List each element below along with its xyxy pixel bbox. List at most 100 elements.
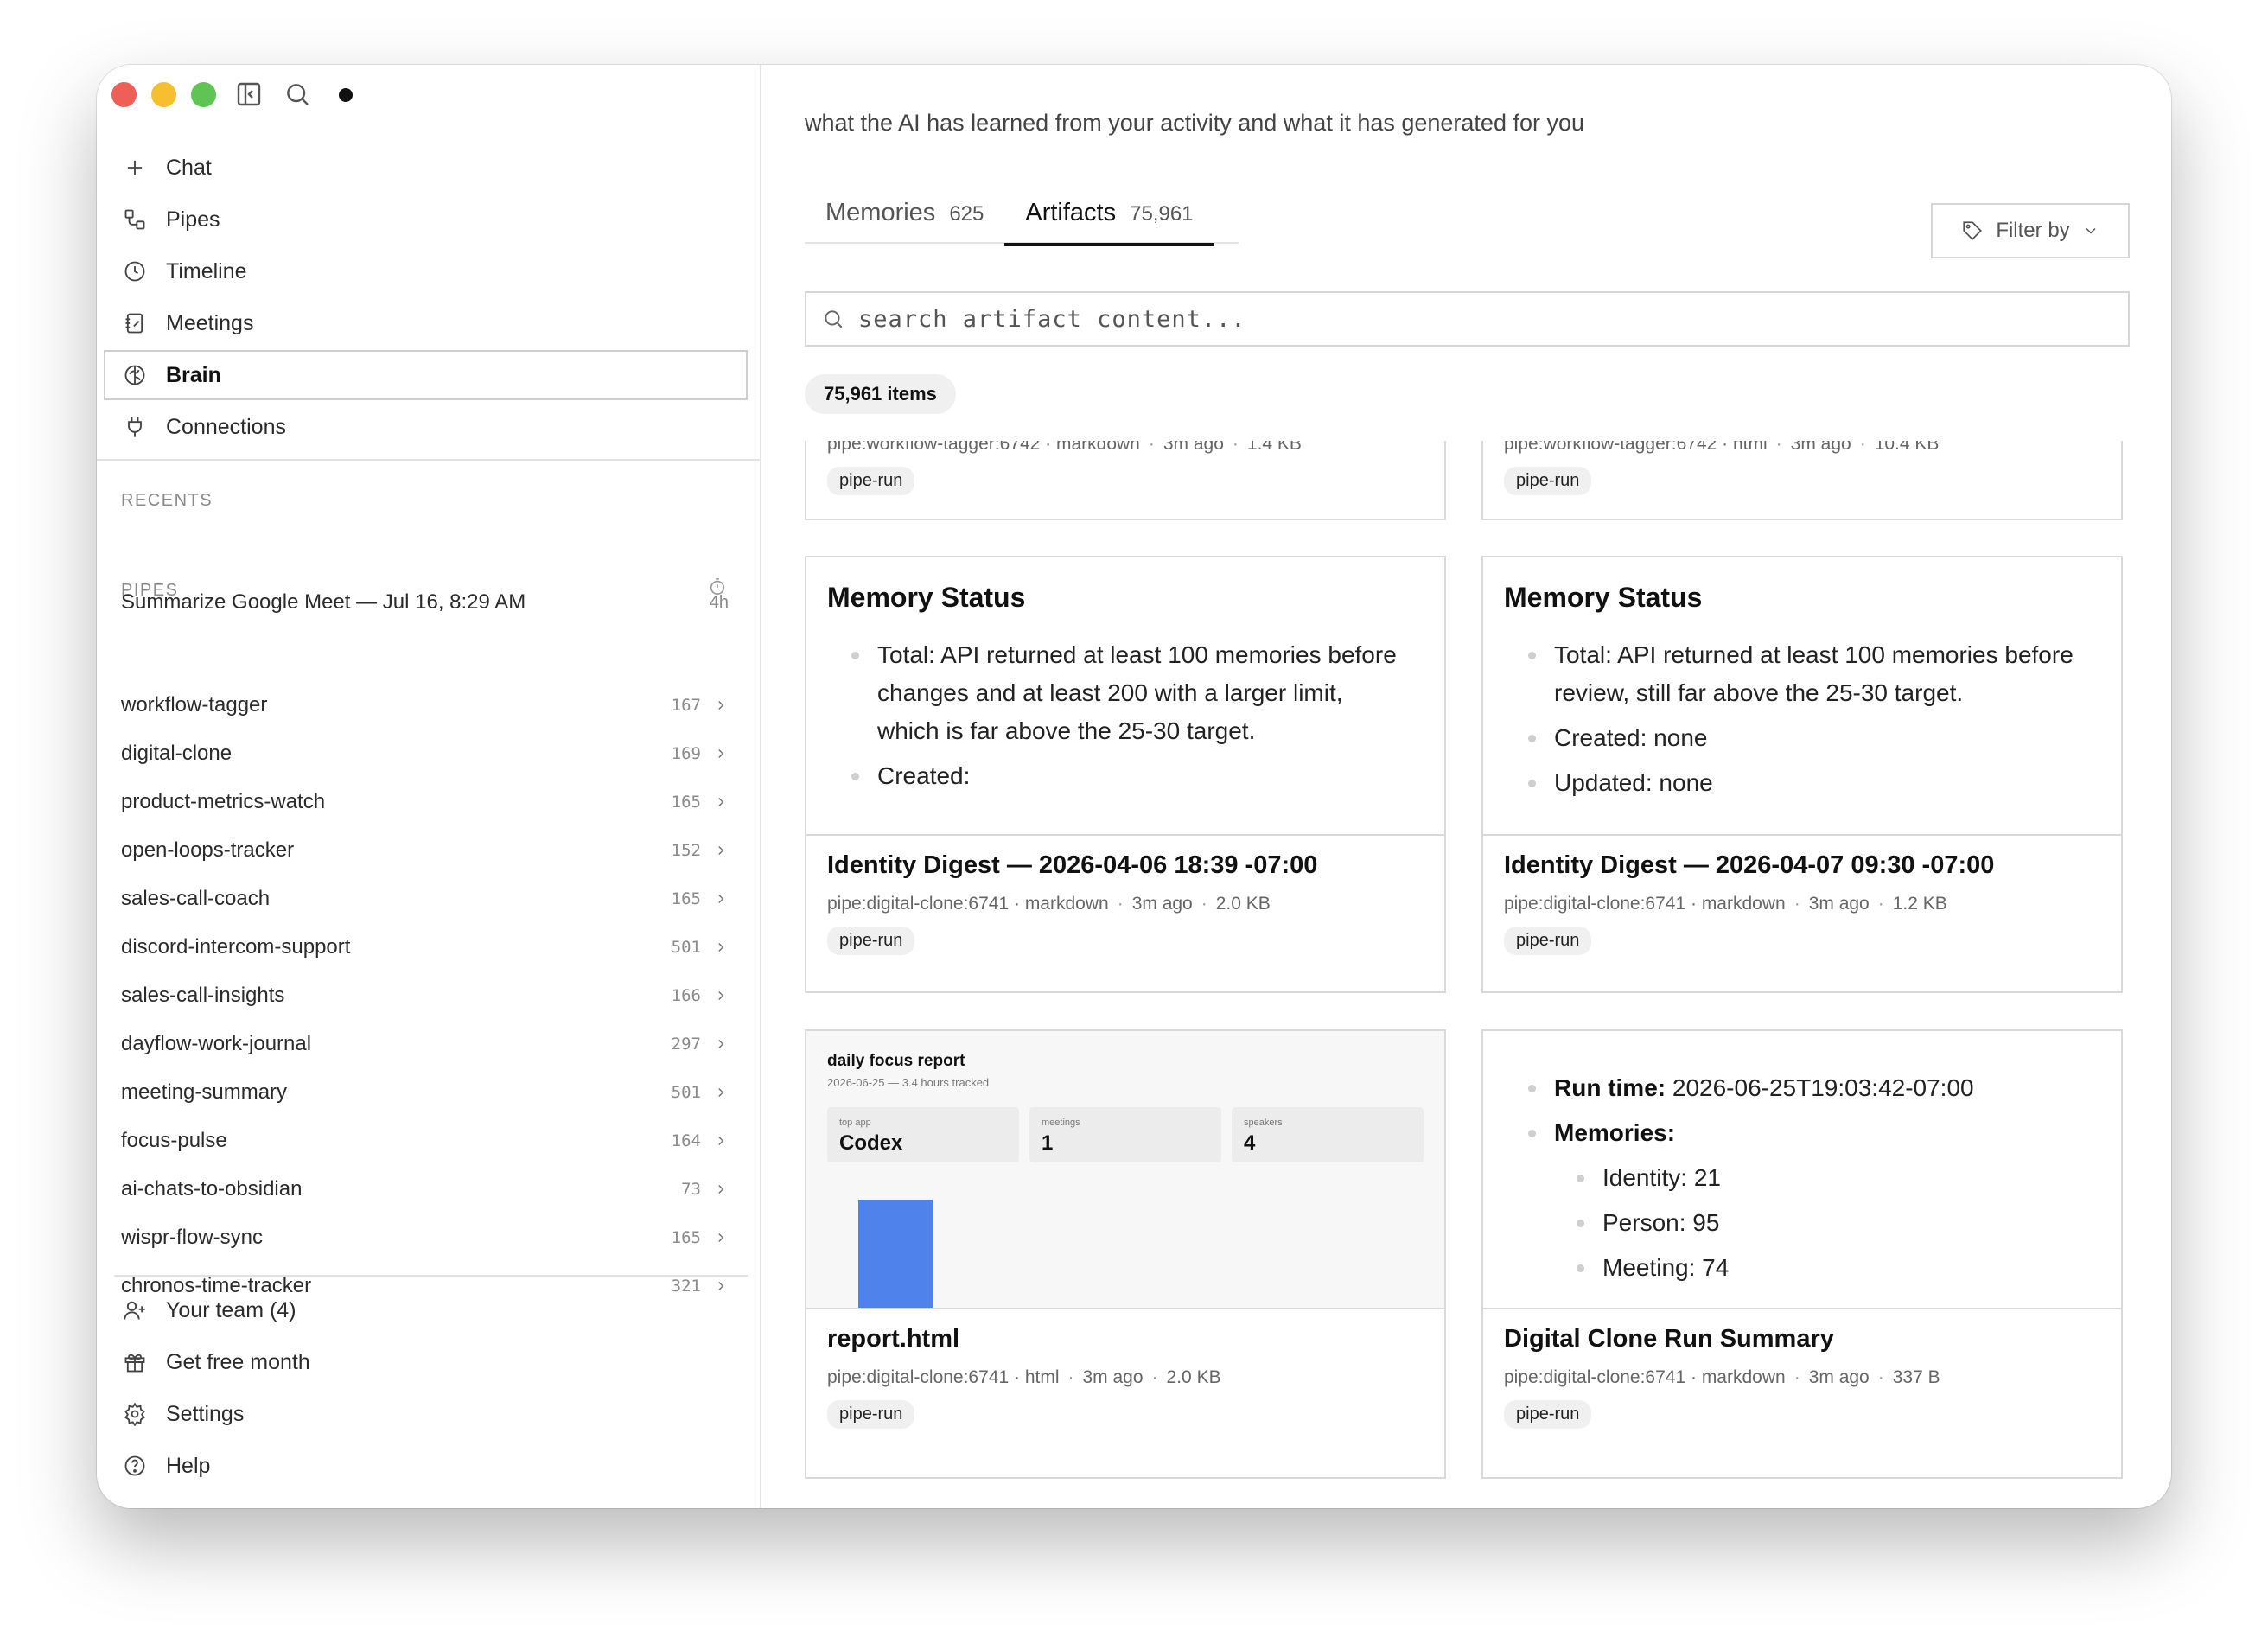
recent-item[interactable]: Summarize Google Meet — Jul 16, 8:29 AM … bbox=[121, 590, 729, 615]
pipe-row[interactable]: focus-pulse 164 bbox=[121, 1117, 729, 1165]
tab-artifacts[interactable]: Artifacts 75,961 bbox=[1004, 199, 1214, 246]
tag-icon bbox=[1963, 221, 1983, 240]
pipe-count: 501 bbox=[671, 1083, 701, 1102]
artifact-card[interactable]: pipe:workflow-tagger:6742 · html · 3m ago ·… bbox=[1481, 441, 2123, 520]
preview-item: Created: none bbox=[1528, 719, 2086, 757]
pipe-row[interactable]: dayflow-work-journal 297 bbox=[121, 1020, 729, 1068]
chevron-right-icon bbox=[718, 942, 724, 952]
nav-brain[interactable]: Brain bbox=[104, 350, 748, 400]
pipe-name: meeting-summary bbox=[121, 1080, 288, 1104]
pipe-row[interactable]: wispr-flow-sync 165 bbox=[121, 1213, 729, 1262]
tab-label: Artifacts bbox=[1025, 199, 1117, 226]
artifact-tag: pipe-run bbox=[827, 927, 915, 955]
artifact-preview: Memory Status Total: API returned at lea… bbox=[806, 557, 1444, 836]
artifact-card[interactable]: Memory Status Total: API returned at lea… bbox=[805, 556, 1446, 993]
timer-icon[interactable] bbox=[708, 577, 727, 596]
pipe-row[interactable]: workflow-tagger 167 bbox=[121, 681, 729, 729]
chevron-right-icon bbox=[718, 1087, 724, 1098]
search-bar[interactable] bbox=[805, 291, 2130, 347]
stat-meetings: meetings 1 bbox=[1029, 1107, 1221, 1162]
pipe-row[interactable]: discord-intercom-support 501 bbox=[121, 923, 729, 971]
preview-item: Run time: 2026-06-25T19:03:42-07:00 bbox=[1528, 1069, 2086, 1107]
pipe-row[interactable]: sales-call-coach 165 bbox=[121, 875, 729, 923]
artifact-meta: pipe:digital-clone:6741 · html · 3m ago · 2.… bbox=[827, 1367, 1221, 1387]
sidebar-toggle-icon[interactable] bbox=[235, 80, 263, 108]
pipe-name: dayflow-work-journal bbox=[121, 1032, 312, 1055]
artifact-title: report.html bbox=[827, 1325, 960, 1353]
pipe-row[interactable]: meeting-summary 501 bbox=[121, 1068, 729, 1117]
preview-heading: Memory Status bbox=[827, 582, 1026, 613]
pipe-name: focus-pulse bbox=[121, 1129, 227, 1152]
nav-timeline[interactable]: Timeline bbox=[104, 246, 748, 296]
nav-label: Get free month bbox=[166, 1349, 310, 1374]
artifact-tag: pipe-run bbox=[827, 467, 915, 495]
pipe-count: 167 bbox=[671, 696, 701, 715]
preview-item: Memories: bbox=[1528, 1114, 2086, 1152]
search-icon bbox=[825, 310, 843, 328]
artifact-card[interactable]: pipe:workflow-tagger:6742 · markdown · 3m … bbox=[805, 441, 1446, 520]
report-subtitle: 2026-06-25 — 3.4 hours tracked bbox=[827, 1076, 990, 1089]
nav-label: Help bbox=[166, 1453, 211, 1478]
preview-subitem: Person: 95 bbox=[1577, 1204, 2086, 1242]
preview-sublist: Identity: 21 Person: 95 Meeting: 74 bbox=[1577, 1159, 2086, 1287]
preview-list: Total: API returned at least 100 memorie… bbox=[1528, 636, 2086, 802]
pipe-name: digital-clone bbox=[121, 742, 233, 765]
main-nav: Chat Pipes Timeline Meetings Brain Conne… bbox=[104, 143, 748, 454]
brain-icon bbox=[124, 365, 145, 385]
artifact-meta: pipe:digital-clone:6741 · markdown · 3m ag… bbox=[1504, 894, 1947, 914]
nav-label: Pipes bbox=[166, 207, 220, 232]
pipe-name: wispr-flow-sync bbox=[121, 1226, 264, 1249]
artifact-preview: Run time: 2026-06-25T19:03:42-07:00 Memo… bbox=[1483, 1031, 2121, 1309]
chevron-right-icon bbox=[718, 845, 724, 856]
sidebar-divider-bottom bbox=[114, 1275, 748, 1277]
pipe-row[interactable]: product-metrics-watch 165 bbox=[121, 778, 729, 826]
preview-item: Total: API returned at least 100 memorie… bbox=[851, 636, 1410, 750]
minimize-window-button[interactable] bbox=[151, 82, 176, 107]
chevron-right-icon bbox=[718, 797, 724, 807]
pipe-name: workflow-tagger bbox=[121, 693, 268, 717]
stat-top-app: top app Codex bbox=[827, 1107, 1019, 1162]
maximize-window-button[interactable] bbox=[191, 82, 216, 107]
search-icon[interactable] bbox=[284, 80, 311, 108]
artifact-card[interactable]: Run time: 2026-06-25T19:03:42-07:00 Memo… bbox=[1481, 1029, 2123, 1479]
report-preview: daily focus report 2026-06-25 — 3.4 hour… bbox=[806, 1031, 1444, 1309]
artifact-card[interactable]: daily focus report 2026-06-25 — 3.4 hour… bbox=[805, 1029, 1446, 1479]
filter-button[interactable]: Filter by bbox=[1931, 203, 2130, 258]
chevron-right-icon bbox=[718, 748, 724, 759]
nav-meetings[interactable]: Meetings bbox=[104, 298, 748, 348]
pipe-row[interactable]: open-loops-tracker 152 bbox=[121, 826, 729, 875]
preview-subitem: Meeting: 74 bbox=[1577, 1249, 2086, 1287]
pipe-count: 152 bbox=[671, 841, 701, 860]
nav-chat[interactable]: Chat bbox=[104, 143, 748, 193]
chevron-right-icon bbox=[718, 1184, 724, 1194]
tab-bar: Memories 625 Artifacts 75,961 bbox=[805, 199, 1239, 246]
chevron-right-icon bbox=[718, 700, 724, 710]
close-window-button[interactable] bbox=[111, 82, 137, 107]
pipes-title: PIPES bbox=[121, 581, 179, 600]
pipe-name: sales-call-coach bbox=[121, 887, 271, 910]
nav-pipes[interactable]: Pipes bbox=[104, 194, 748, 245]
page-subtitle: what the AI has learned from your activi… bbox=[805, 110, 1585, 136]
recent-label: Summarize Google Meet — Jul 16, 8:29 AM bbox=[121, 590, 526, 614]
nav-help[interactable]: Help bbox=[104, 1441, 748, 1491]
status-dot bbox=[339, 88, 353, 102]
artifact-title: Identity Digest — 2026-04-07 09:30 -07:0… bbox=[1504, 851, 1995, 879]
pipe-row[interactable]: digital-clone 169 bbox=[121, 729, 729, 778]
pipe-row[interactable]: sales-call-insights 166 bbox=[121, 971, 729, 1020]
user-plus-icon bbox=[124, 1301, 145, 1320]
artifact-tag: pipe-run bbox=[1504, 1400, 1592, 1429]
nav-settings[interactable]: Settings bbox=[104, 1389, 748, 1439]
pipe-row[interactable]: ai-chats-to-obsidian 73 bbox=[121, 1165, 729, 1213]
nav-get-free-month[interactable]: Get free month bbox=[104, 1337, 748, 1387]
window-controls bbox=[111, 82, 216, 107]
nav-connections[interactable]: Connections bbox=[104, 402, 748, 452]
pipe-count: 165 bbox=[671, 889, 701, 908]
tab-memories[interactable]: Memories 625 bbox=[805, 199, 1004, 244]
nav-your-team[interactable]: Your team (4) bbox=[104, 1285, 748, 1335]
nav-label: Chat bbox=[166, 155, 212, 180]
artifact-meta: pipe:workflow-tagger:6742 · html · 3m ago ·… bbox=[1504, 441, 1940, 454]
artifact-title: Digital Clone Run Summary bbox=[1504, 1325, 1834, 1353]
artifact-card[interactable]: Memory Status Total: API returned at lea… bbox=[1481, 556, 2123, 993]
pipe-name: open-loops-tracker bbox=[121, 838, 295, 862]
search-input[interactable] bbox=[858, 305, 2128, 333]
